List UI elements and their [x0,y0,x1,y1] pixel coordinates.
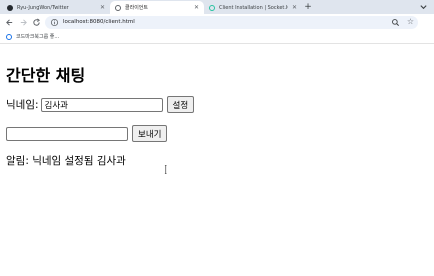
bookmark-star-icon[interactable]: ☆ [407,17,414,27]
url-text: localhost:8080/client.html [63,19,135,25]
message-row: 보내기 [6,125,168,142]
bookmark-label: 코드마크북그룹 좋... [16,34,60,40]
tab-title: 클라이언트 [125,5,149,11]
tab-title: Client Installation | Socket.IO [219,4,288,11]
tab-twitter-repo[interactable]: Ryu-JungWon/Twitter ✕ [2,1,110,14]
bookmark-favicon-icon [6,33,12,40]
notice-text: 알림: 닉네임 설정됨 김사과 [6,155,126,167]
forward-icon[interactable] [19,18,28,27]
zoom-icon[interactable] [391,18,400,27]
nickname-input[interactable] [40,97,163,112]
send-button[interactable]: 보내기 [132,125,168,142]
bookmarks-bar: 코드마크북그룹 좋... [0,31,434,44]
page-title: 간단한 채팅 [6,66,86,85]
address-bar[interactable]: localhost:8080/client.html ☆ [45,16,418,29]
message-input[interactable] [6,126,128,141]
tab-title: Ryu-JungWon/Twitter [17,4,69,11]
github-icon [7,4,13,11]
new-tab-button[interactable]: + [303,1,313,13]
text-cursor-icon [164,165,167,174]
reload-icon[interactable] [32,18,41,27]
info-icon[interactable] [50,18,59,27]
page-content: 간단한 채팅 닉네임: 설정 보내기 알림: 닉네임 설정됨 김사과 [0,45,434,276]
close-icon[interactable]: ✕ [100,4,105,11]
close-icon[interactable]: ✕ [194,4,199,11]
browser-toolbar: localhost:8080/client.html ☆ [0,14,434,31]
nickname-label: 닉네임: [6,99,39,111]
nickname-row: 닉네임: 설정 [6,96,195,113]
tab-strip: Ryu-JungWon/Twitter ✕ 클라이언트 ✕ Client Ins… [0,0,434,14]
bookmark-item[interactable]: 코드마크북그룹 좋... [6,33,59,40]
back-icon[interactable] [5,18,14,27]
tab-client[interactable]: 클라이언트 ✕ [110,1,204,14]
chevron-down-icon[interactable] [419,2,428,11]
tab-socketio[interactable]: Client Installation | Socket.IO ✕ [204,1,302,14]
globe-icon [115,4,121,11]
socketio-icon [209,4,215,11]
set-nickname-button[interactable]: 설정 [166,96,195,113]
close-icon[interactable]: ✕ [292,4,297,11]
